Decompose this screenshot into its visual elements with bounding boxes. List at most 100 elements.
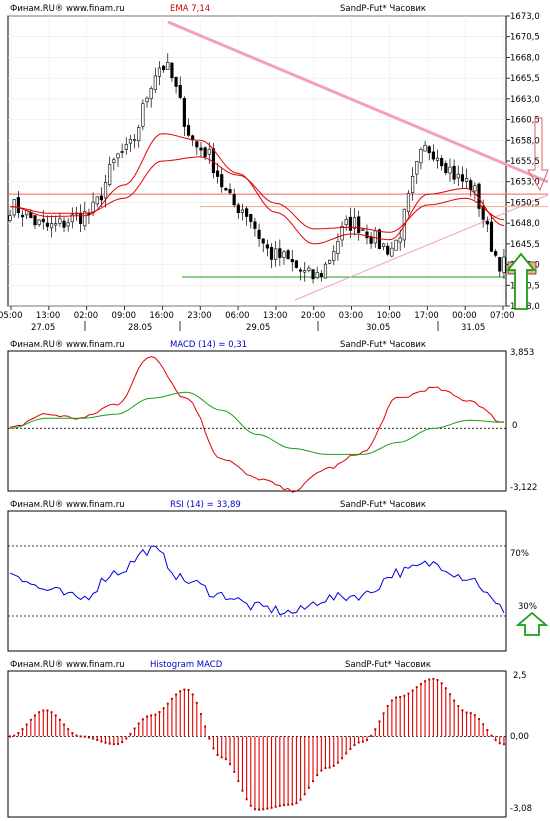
- histogram-bar-cap: [154, 713, 157, 716]
- candle: [245, 208, 249, 217]
- candle: [328, 259, 332, 264]
- histogram-bar-cap: [42, 709, 45, 712]
- histogram-bar-cap: [79, 735, 82, 738]
- histogram-bar-cap: [295, 802, 298, 805]
- symbol-label: SandP-Fut* Часовик: [345, 660, 431, 670]
- x-tick-label: 00:00: [452, 311, 477, 321]
- date-label: 27.05: [31, 323, 55, 333]
- histogram-bar-cap: [312, 780, 315, 783]
- histogram-bar-cap: [187, 688, 190, 691]
- date-label: 31.05: [461, 323, 485, 333]
- histogram-bar-cap: [378, 720, 381, 723]
- candle: [456, 173, 460, 179]
- histogram-bar-cap: [116, 743, 119, 746]
- histogram-bar-cap: [365, 739, 368, 742]
- histogram-bar-cap: [345, 752, 348, 755]
- histogram-bar-cap: [253, 808, 256, 811]
- histogram-bar-cap: [129, 732, 132, 735]
- x-tick-label: 13:00: [263, 311, 288, 321]
- histogram-chart: Финам.RU® www.finam.ru Histogram MACD Sa…: [7, 660, 532, 818]
- candle: [141, 103, 145, 127]
- histogram-bar-cap: [46, 709, 49, 712]
- histogram-bar-cap: [199, 713, 202, 716]
- candle: [278, 248, 282, 258]
- candle: [215, 170, 220, 177]
- source-label: Финам.RU® www.finam.ru: [10, 660, 125, 670]
- histogram-bar-cap: [75, 734, 78, 737]
- candle: [207, 148, 211, 155]
- candle: [489, 221, 494, 252]
- candle: [274, 248, 278, 260]
- histogram-bar-cap: [258, 808, 261, 811]
- candle: [373, 230, 377, 244]
- candle: [265, 244, 269, 249]
- candle: [211, 148, 216, 174]
- candle: [427, 146, 431, 154]
- histogram-bar-cap: [216, 754, 219, 757]
- candle: [186, 125, 191, 136]
- histogram-bar-cap: [324, 767, 327, 770]
- histogram-bar-cap: [150, 714, 153, 717]
- candle: [423, 144, 427, 152]
- histogram-bar-cap: [29, 718, 32, 721]
- histogram-bar-cap: [104, 741, 107, 744]
- candle: [435, 157, 440, 161]
- candle: [132, 139, 137, 141]
- histogram-bar-cap: [121, 741, 124, 744]
- histogram-bar-cap: [374, 728, 377, 731]
- rsi-level-70: 70%: [510, 549, 529, 559]
- y-tick-label: 1645,5: [510, 240, 540, 250]
- histogram-bar-cap: [13, 734, 16, 737]
- candle: [286, 250, 290, 259]
- candle: [386, 245, 390, 255]
- histogram-bar-cap: [262, 808, 265, 811]
- candle: [344, 218, 348, 225]
- histogram-bar-cap: [494, 739, 497, 742]
- histogram-bar-cap: [457, 705, 460, 708]
- histogram-bar-cap: [33, 714, 36, 717]
- histogram-bar-cap: [162, 707, 165, 710]
- histogram-bar-cap: [183, 688, 186, 691]
- histogram-bar-cap: [291, 803, 294, 806]
- candle: [473, 185, 477, 192]
- histogram-bar-cap: [432, 677, 435, 680]
- indicator-label: EMA 7,14: [170, 4, 210, 14]
- histogram-bar-cap: [175, 693, 178, 696]
- histogram-bar-cap: [170, 697, 173, 700]
- candle: [195, 141, 199, 148]
- x-tick-label: 03:00: [339, 311, 364, 321]
- candle: [249, 214, 253, 222]
- macd-chart: Финам.RU® www.finam.ru MACD (14) = 0,31 …: [7, 340, 537, 493]
- y-tick-max: 2,5: [513, 671, 527, 681]
- histogram-bar-cap: [282, 804, 285, 807]
- candle: [220, 174, 224, 188]
- histogram-bar-cap: [63, 723, 66, 726]
- y-tick-min: -3,122: [510, 483, 537, 493]
- candle: [128, 139, 133, 144]
- rsi-level-30: 30%: [518, 602, 537, 612]
- histogram-bar-cap: [428, 678, 431, 681]
- candle: [307, 267, 311, 271]
- histogram-bar-cap: [137, 722, 140, 725]
- candle: [464, 178, 469, 182]
- candle: [182, 98, 186, 127]
- candle: [498, 256, 502, 272]
- histogram-bar-cap: [316, 774, 319, 777]
- candle: [444, 163, 448, 173]
- candle: [469, 180, 473, 190]
- histogram-bar-cap: [274, 805, 277, 808]
- price-chart: Финам.RU® www.finam.ru EMA 7,14 SandP-Fu…: [0, 4, 549, 333]
- histogram-bar-cap: [498, 742, 501, 745]
- candle: [178, 85, 182, 98]
- histogram-bar-cap: [220, 756, 223, 759]
- candle: [348, 216, 352, 231]
- histogram-bar-cap: [307, 786, 310, 789]
- candle: [145, 97, 149, 103]
- histogram-bar-cap: [229, 763, 232, 766]
- histogram-bar-cap: [67, 728, 70, 731]
- candle: [311, 269, 315, 280]
- histogram-bar-cap: [390, 699, 393, 702]
- histogram-bar-cap: [386, 705, 389, 708]
- candle: [303, 270, 307, 273]
- candle: [236, 204, 240, 213]
